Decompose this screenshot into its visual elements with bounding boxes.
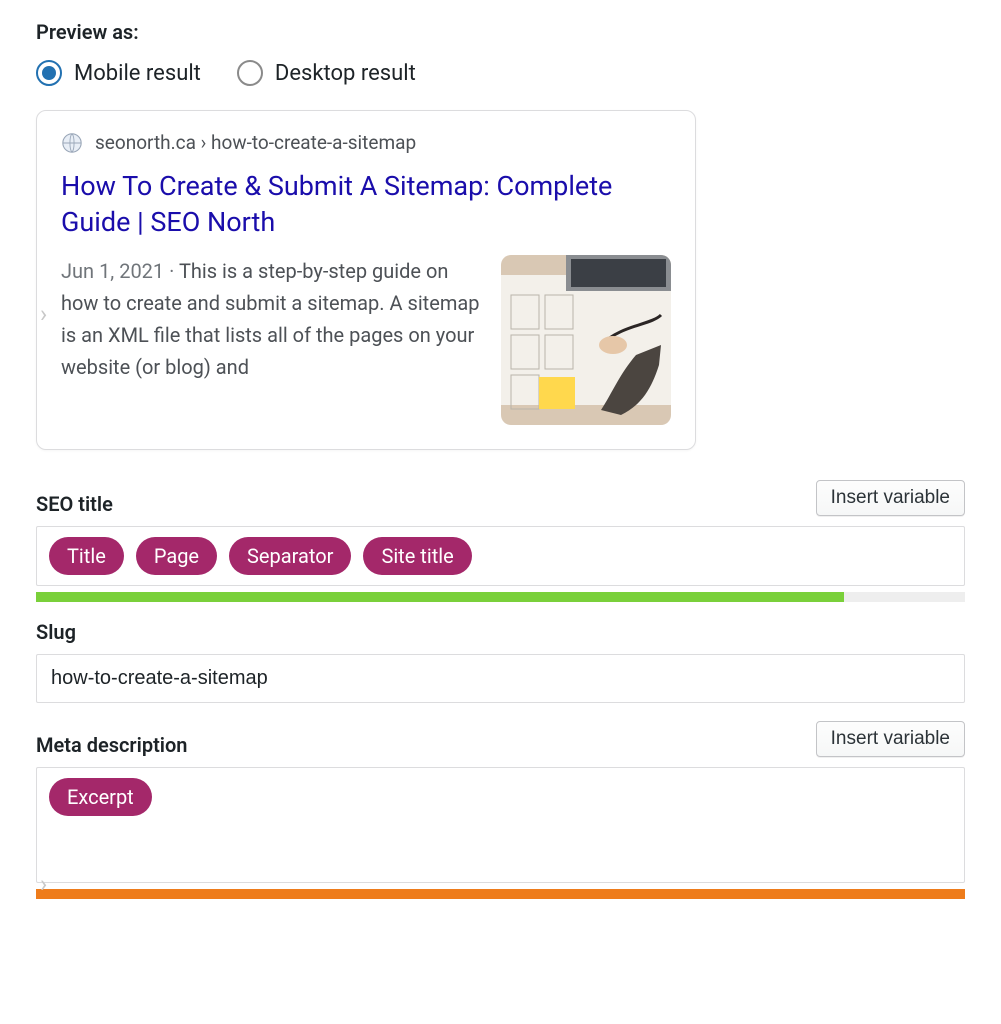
snippet-date: Jun 1, 2021 [61, 259, 164, 283]
snippet-thumbnail [501, 255, 671, 425]
preview-as-radio-group: Mobile result Desktop result [36, 60, 965, 86]
radio-selected-icon [36, 60, 62, 86]
slug-field: Slug [36, 620, 965, 703]
slug-input[interactable] [36, 654, 965, 703]
token-site-title[interactable]: Site title [363, 537, 471, 575]
mobile-result-label: Mobile result [74, 61, 201, 86]
meta-description-progress-fill [36, 889, 965, 899]
seo-title-progress [36, 592, 965, 602]
token-separator[interactable]: Separator [229, 537, 351, 575]
mobile-result-radio[interactable]: Mobile result [36, 60, 201, 86]
token-page[interactable]: Page [136, 537, 217, 575]
token-title[interactable]: Title [49, 537, 124, 575]
snippet-title: How To Create & Submit A Sitemap: Comple… [61, 168, 671, 241]
insert-variable-button-seo-title[interactable]: Insert variable [816, 480, 965, 516]
meta-description-label: Meta description [36, 733, 187, 757]
radio-unselected-icon [237, 60, 263, 86]
meta-description-progress [36, 889, 965, 899]
token-excerpt[interactable]: Excerpt [49, 778, 152, 816]
meta-description-input[interactable]: Excerpt [36, 767, 965, 883]
snippet-description: Jun 1, 2021 · This is a step-by-step gui… [61, 255, 483, 383]
caret-right-icon: › [40, 870, 47, 898]
desktop-result-label: Desktop result [275, 61, 416, 86]
seo-title-label: SEO title [36, 492, 113, 516]
snippet-breadcrumb: seonorth.ca › how-to-create-a-sitemap [95, 131, 416, 154]
preview-as-label: Preview as: [36, 20, 965, 44]
snippet-preview-card: seonorth.ca › how-to-create-a-sitemap Ho… [36, 110, 696, 450]
desktop-result-radio[interactable]: Desktop result [237, 60, 416, 86]
insert-variable-button-meta-description[interactable]: Insert variable [816, 721, 965, 757]
seo-title-input[interactable]: Title Page Separator Site title [36, 526, 965, 586]
seo-title-progress-fill [36, 592, 844, 602]
meta-description-field: Meta description Insert variable › Excer… [36, 721, 965, 899]
slug-label: Slug [36, 620, 76, 644]
globe-icon [61, 132, 83, 154]
seo-title-field: SEO title Insert variable Title Page Sep… [36, 480, 965, 602]
caret-right-icon: › [40, 300, 47, 328]
